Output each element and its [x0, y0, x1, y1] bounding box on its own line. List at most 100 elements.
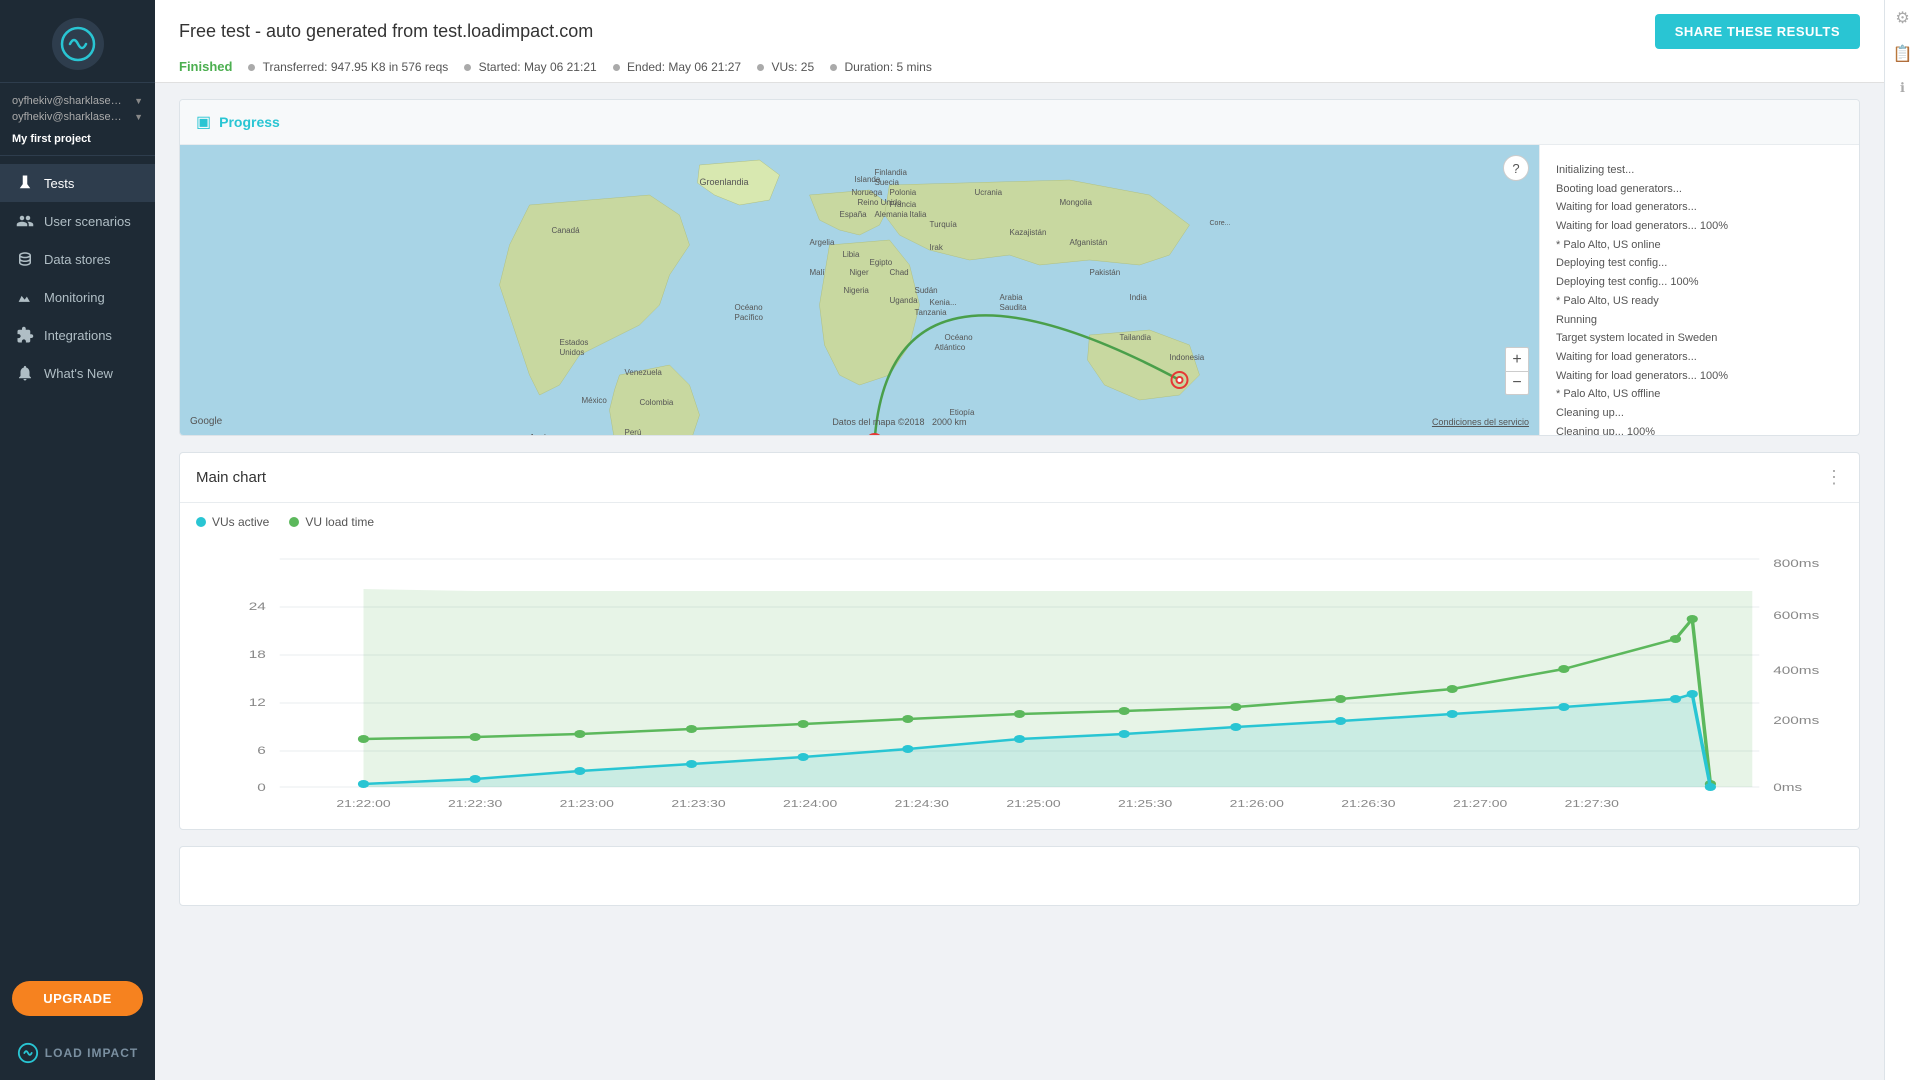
svg-text:24: 24 [249, 600, 267, 612]
svg-text:21:26:00: 21:26:00 [1230, 798, 1285, 810]
svg-text:Mongolia: Mongolia [1060, 198, 1093, 207]
user-account-1[interactable]: oyfhekiv@sharklasers.... ▼ [12, 93, 143, 109]
svg-text:India: India [1130, 293, 1148, 302]
log-line-7: Deploying test config... 100% [1556, 273, 1843, 292]
database-icon [16, 250, 34, 268]
map-help-button[interactable]: ? [1503, 155, 1529, 181]
svg-text:Islanda: Islanda [855, 175, 881, 184]
duration-stat: Duration: 5 mins [830, 60, 932, 74]
log-line-11: Waiting for load generators... [1556, 348, 1843, 367]
log-panel: Initializing test... Booting load genera… [1539, 145, 1859, 435]
svg-text:21:27:30: 21:27:30 [1565, 798, 1620, 810]
chart-card: Main chart ⋮ VUs active VU load time [179, 452, 1860, 830]
sidebar-item-integrations[interactable]: Integrations [0, 316, 155, 354]
log-line-3: Waiting for load generators... [1556, 198, 1843, 217]
svg-text:6: 6 [257, 744, 266, 756]
logo-circle [52, 18, 104, 70]
log-line-2: Booting load generators... [1556, 180, 1843, 199]
log-line-8: * Palo Alto, US ready [1556, 292, 1843, 311]
log-line-12: Waiting for load generators... 100% [1556, 367, 1843, 386]
svg-text:Reino Unido: Reino Unido [858, 198, 903, 207]
status-finished: Finished [179, 59, 232, 74]
transferred-stat: Transferred: 947.95 K8 in 576 reqs [248, 60, 448, 74]
svg-text:200ms: 200ms [1773, 714, 1819, 726]
log-line-14: Cleaning up... [1556, 404, 1843, 423]
svg-text:Canadá: Canadá [552, 226, 581, 235]
upgrade-button[interactable]: UPGRADE [12, 981, 143, 1016]
main-chart-svg: 0 6 12 18 24 0ms 200ms 400ms 600ms 800ms [196, 539, 1843, 819]
map-scale: Datos del mapa ©2018 2000 km [832, 417, 966, 427]
svg-text:0ms: 0ms [1773, 781, 1802, 793]
chevron-icon-2: ▼ [134, 112, 143, 122]
progress-title: Progress [219, 114, 280, 130]
sidebar-item-data-stores[interactable]: Data stores [0, 240, 155, 278]
main-content: Free test - auto generated from test.loa… [155, 0, 1884, 1080]
vus-stat: VUs: 25 [757, 60, 814, 74]
chart-menu-icon[interactable]: ⋮ [1825, 467, 1843, 488]
puzzle-icon [16, 326, 34, 344]
bottom-mini-card [179, 846, 1860, 906]
svg-text:Nigeria: Nigeria [844, 286, 870, 295]
progress-card-body: Groenlandia Canadá Perú Brasil Colombia … [180, 145, 1859, 435]
chart-area: 0 6 12 18 24 0ms 200ms 400ms 600ms 800ms [180, 529, 1859, 829]
chart-title: Main chart [196, 469, 266, 486]
brand-icon [17, 1042, 39, 1064]
dot-1 [248, 64, 255, 71]
user-section: oyfhekiv@sharklasers.... ▼ oyfhekiv@shar… [0, 83, 155, 156]
users-icon [16, 212, 34, 230]
map-container: Groenlandia Canadá Perú Brasil Colombia … [180, 145, 1539, 435]
svg-text:400ms: 400ms [1773, 664, 1819, 676]
right-panel-icon-1[interactable]: ⚙ [1893, 8, 1913, 28]
svg-text:21:25:00: 21:25:00 [1006, 798, 1061, 810]
ended-stat: Ended: May 06 21:27 [613, 60, 741, 74]
share-results-button[interactable]: SHARE THESE RESULTS [1655, 14, 1860, 49]
svg-text:Malí: Malí [810, 268, 826, 277]
sidebar-item-monitoring[interactable]: Monitoring [0, 278, 155, 316]
svg-text:Irak: Irak [930, 243, 944, 252]
svg-text:Tailandia: Tailandia [1120, 333, 1152, 342]
log-line-10: Target system located in Sweden [1556, 329, 1843, 348]
right-panel: ⚙ 📋 ℹ [1884, 0, 1920, 1080]
svg-text:Noruega: Noruega [852, 188, 883, 197]
flask-icon [16, 174, 34, 192]
legend-vus-active: VUs active [196, 515, 269, 529]
svg-text:Groenlandia: Groenlandia [700, 177, 749, 187]
svg-text:Perú: Perú [625, 428, 642, 435]
svg-text:Kenia...: Kenia... [930, 298, 957, 307]
svg-text:Colombia: Colombia [640, 398, 674, 407]
bell-icon [16, 364, 34, 382]
zoom-in-button[interactable]: + [1505, 347, 1529, 371]
svg-text:Etiopía: Etiopía [950, 408, 975, 417]
right-panel-icon-3[interactable]: ℹ [1893, 80, 1913, 100]
header-top: Free test - auto generated from test.loa… [179, 14, 1860, 59]
log-line-4: Waiting for load generators... 100% [1556, 217, 1843, 236]
status-bar: Finished Transferred: 947.95 K8 in 576 r… [179, 59, 1860, 82]
google-watermark: Google [190, 416, 222, 427]
chevron-icon-1: ▼ [134, 96, 143, 106]
sidebar-item-tests[interactable]: Tests [0, 164, 155, 202]
sidebar-item-whats-new[interactable]: What's New [0, 354, 155, 392]
legend-dot-vus [196, 517, 206, 527]
page-title: Free test - auto generated from test.loa… [179, 21, 593, 42]
svg-text:Turquía: Turquía [930, 220, 958, 229]
sidebar-item-user-scenarios[interactable]: User scenarios [0, 202, 155, 240]
svg-text:Venezuela: Venezuela [625, 368, 663, 377]
zoom-out-button[interactable]: − [1505, 371, 1529, 395]
map-terms[interactable]: Condiciones del servicio [1432, 417, 1529, 427]
progress-icon: ▣ [196, 112, 211, 132]
svg-text:21:26:30: 21:26:30 [1341, 798, 1396, 810]
svg-text:18: 18 [249, 648, 266, 660]
user-account-2[interactable]: oyfhekiv@sharklasers... ▼ [12, 109, 143, 125]
svg-text:Ucrania: Ucrania [975, 188, 1003, 197]
svg-text:800ms: 800ms [1773, 557, 1819, 569]
right-panel-icon-2[interactable]: 📋 [1893, 44, 1913, 64]
svg-text:Tanzania: Tanzania [915, 308, 948, 317]
svg-text:12: 12 [249, 696, 266, 708]
sidebar-logo [0, 0, 155, 83]
svg-text:Uganda: Uganda [890, 296, 919, 305]
dot-3 [613, 64, 620, 71]
svg-text:21:22:00: 21:22:00 [336, 798, 391, 810]
svg-text:Italia: Italia [910, 210, 927, 219]
svg-text:España: España [840, 210, 868, 219]
legend-vu-load-time: VU load time [289, 515, 374, 529]
